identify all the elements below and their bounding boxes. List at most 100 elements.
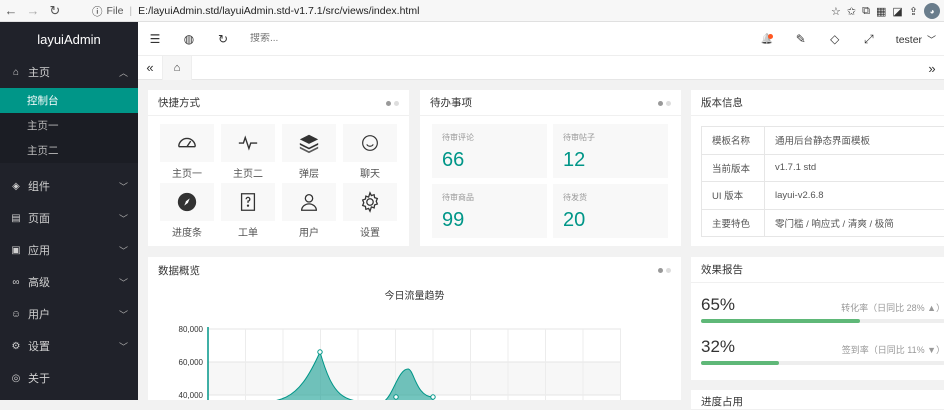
refresh-icon[interactable]: ↻ xyxy=(206,22,240,56)
user-icon: ☺ xyxy=(10,309,22,320)
y-tick-label: 40,000 xyxy=(179,391,204,400)
shortcut-home1[interactable]: 主页一 xyxy=(160,124,214,183)
theme-icon[interactable]: ✎ xyxy=(784,22,818,56)
card-title: 待办事项 xyxy=(420,90,681,116)
progress-usage-card: 进度占用 xyxy=(691,390,944,410)
tab-home[interactable]: ⌂ xyxy=(162,56,192,80)
todo-value: 12 xyxy=(563,149,658,172)
sidebar-item-home[interactable]: ⌂ 主页 ︿ xyxy=(0,56,138,88)
shortcut-chat[interactable]: 聊天 xyxy=(343,124,397,183)
sidebar-item-pages[interactable]: ▤ 页面 ﹀ xyxy=(0,202,138,234)
reload-icon[interactable]: ↻ xyxy=(44,0,66,22)
sidebar-item-users[interactable]: ☺ 用户 ﹀ xyxy=(0,298,138,330)
report-card: 效果报告 65% 转化率（日同比 28% ▲） 32% 签到率（日同比 11% … xyxy=(691,257,944,380)
extensions-icon[interactable]: ▦ xyxy=(876,5,886,18)
compass-icon xyxy=(176,191,198,213)
table-row: 主要特色零门槛 / 响应式 / 清爽 / 极简 xyxy=(702,209,944,237)
sidebar-item-label: 页面 xyxy=(28,210,50,226)
todo-item[interactable]: 待审评论 66 xyxy=(432,124,547,178)
todo-item[interactable]: 待审帖子 12 xyxy=(553,124,668,178)
todo-item[interactable]: 待审商品 99 xyxy=(432,184,547,238)
search-input[interactable] xyxy=(250,33,370,44)
browser-toolbar: ← → ↻ ⓘ File | E:/layuiAdmin.std/layuiAd… xyxy=(0,0,944,22)
shortcut-progress[interactable]: 进度条 xyxy=(160,183,214,242)
info-icon[interactable]: ⓘ xyxy=(92,4,103,19)
data-point[interactable] xyxy=(431,395,435,399)
table-value: 零门槛 / 响应式 / 清爽 / 极简 xyxy=(765,209,944,237)
y-tick-label: 60,000 xyxy=(179,358,204,367)
todo-value: 99 xyxy=(442,209,537,232)
card-title: 进度占用 xyxy=(691,390,944,410)
profile-avatar[interactable]: ◕ xyxy=(924,3,940,19)
todo-grid: 待审评论 66 待审帖子 12 待审商品 99 待发货 20 xyxy=(420,116,681,238)
card-title: 快捷方式 xyxy=(148,90,409,116)
todo-label: 待发货 xyxy=(563,192,658,203)
todo-card: 待办事项 待审评论 66 待审帖子 12 待审商品 99 待发货 20 xyxy=(420,90,681,246)
apps-icon: ▣ xyxy=(10,245,22,256)
fullscreen-icon[interactable]: ⤢ xyxy=(852,22,886,56)
progress-bar xyxy=(701,361,944,365)
favorite-icon[interactable]: ☆ xyxy=(831,5,841,18)
ticket-icon xyxy=(237,191,259,213)
sidebar-subitem-home1[interactable]: 主页一 xyxy=(0,113,138,138)
table-row: 模板名称通用后台静态界面模板 xyxy=(702,127,944,155)
tabs-prev-icon[interactable]: « xyxy=(138,56,162,80)
todo-label: 待审帖子 xyxy=(563,132,658,143)
back-icon[interactable]: ← xyxy=(0,0,22,22)
data-point[interactable] xyxy=(318,350,322,354)
table-value: 通用后台静态界面模板 xyxy=(765,127,944,155)
sidebar-item-components[interactable]: ◈ 组件 ﹀ xyxy=(0,170,138,202)
share-icon[interactable]: ⇪ xyxy=(909,5,918,18)
shortcut-settings[interactable]: 设置 xyxy=(343,183,397,242)
pulse-icon xyxy=(237,132,259,154)
carousel-dots[interactable] xyxy=(386,101,399,106)
shortcut-ticket[interactable]: 工单 xyxy=(221,183,275,242)
version-table: 模板名称通用后台静态界面模板 当前版本v1.7.1 std UI 版本layui… xyxy=(701,126,944,237)
gauge-icon xyxy=(176,132,198,154)
sidebar-item-label: 应用 xyxy=(28,242,50,258)
shortcut-label: 用户 xyxy=(299,221,319,242)
todo-item[interactable]: 待发货 20 xyxy=(553,184,668,238)
sidebar-item-advanced[interactable]: ∞ 高级 ﹀ xyxy=(0,266,138,298)
shortcut-home2[interactable]: 主页二 xyxy=(221,124,275,183)
address-bar[interactable]: ⓘ File | E:/layuiAdmin.std/layuiAdmin.st… xyxy=(92,2,764,20)
table-row: UI 版本layui-v2.6.8 xyxy=(702,182,944,210)
header-actions: 🔔 ✎ ◇ ⤢ tester ﹀ xyxy=(750,22,944,56)
address-separator: | xyxy=(129,5,132,17)
collections-icon[interactable]: ⧉ xyxy=(862,5,870,18)
favorites-bar-icon[interactable]: ✩ xyxy=(847,5,856,18)
todo-label: 待审评论 xyxy=(442,132,537,143)
url-text[interactable]: E:/layuiAdmin.std/layuiAdmin.std-v1.7.1/… xyxy=(138,5,419,17)
browser-essentials-icon[interactable]: ◪ xyxy=(892,5,902,18)
home-submenu: 控制台 主页一 主页二 xyxy=(0,88,138,163)
chevron-down-icon: ﹀ xyxy=(119,308,128,321)
shortcut-user[interactable]: 用户 xyxy=(282,183,336,242)
carousel-dots[interactable] xyxy=(658,101,671,106)
todo-value: 66 xyxy=(442,149,537,172)
table-value: v1.7.1 std xyxy=(765,154,944,182)
website-icon[interactable]: ◍ xyxy=(172,22,206,56)
data-point[interactable] xyxy=(394,395,398,399)
user-menu[interactable]: tester ﹀ xyxy=(886,33,944,46)
sidebar-item-label: 组件 xyxy=(28,178,50,194)
sidebar-item-apps[interactable]: ▣ 应用 ﹀ xyxy=(0,234,138,266)
app-logo[interactable]: layuiAdmin xyxy=(0,22,138,56)
notification-button[interactable]: 🔔 xyxy=(750,22,784,56)
page-tabs: « ⌂ » xyxy=(138,56,944,80)
sidebar-subitem-console[interactable]: 控制台 xyxy=(0,88,138,113)
sidebar-item-settings[interactable]: ⚙ 设置 ﹀ xyxy=(0,330,138,362)
todo-label: 待审商品 xyxy=(442,192,537,203)
notification-dot xyxy=(768,34,773,39)
card-title-text: 快捷方式 xyxy=(158,95,200,110)
home-icon: ⌂ xyxy=(10,67,22,78)
chevron-up-icon: ︿ xyxy=(119,66,128,79)
menu-toggle-icon[interactable]: ☰ xyxy=(138,22,172,56)
shortcut-layer[interactable]: 弹层 xyxy=(282,124,336,183)
tag-icon[interactable]: ◇ xyxy=(818,22,852,56)
y-tick-label: 80,000 xyxy=(179,325,204,334)
sidebar-subitem-home2[interactable]: 主页二 xyxy=(0,138,138,163)
tabs-next-icon[interactable]: » xyxy=(920,56,944,80)
sidebar-item-about[interactable]: ◎ 关于 xyxy=(0,362,138,394)
forward-icon[interactable]: → xyxy=(22,0,44,22)
file-label: File xyxy=(107,5,124,17)
